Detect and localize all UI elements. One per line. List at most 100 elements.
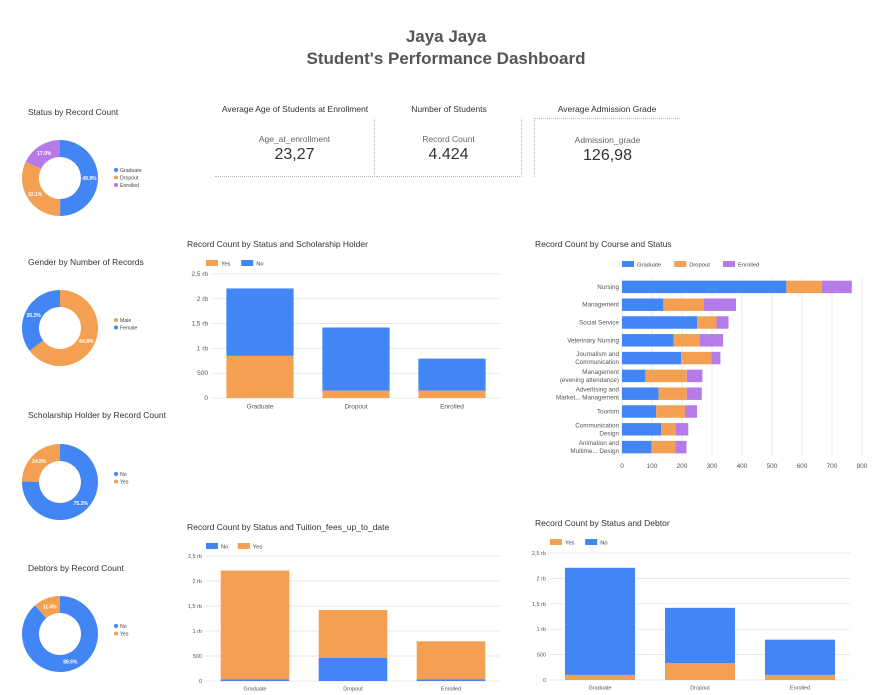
x-tick-label: Dropout [690, 686, 710, 692]
y-tick-label: 1 rb [193, 629, 202, 635]
slice-value-label: 75.2% [74, 501, 89, 507]
y-category-label: Animation and Multime... Design [570, 440, 619, 455]
bar-segment [700, 334, 724, 347]
category-label-line: Design [599, 430, 619, 437]
legend-swatch [237, 543, 250, 549]
donut-slice [21, 290, 60, 351]
bar-chart-status-tuition: No Yes 0 500 1 rb 1,5 rb 2 rb 2,5 rb Graduate Dro… [188, 543, 500, 693]
legend-swatch [674, 261, 687, 267]
slice-value-label: 49.9% [82, 176, 97, 182]
y-category-label: Management [582, 302, 619, 309]
y-tick-label: 500 [193, 654, 202, 660]
category-label-line: Animation and [579, 440, 620, 447]
bar-segment [665, 607, 735, 664]
slice-value-label: 64.8% [79, 339, 94, 345]
x-tick-label: Graduate [246, 404, 273, 411]
kpi-value: 4.424 [428, 146, 469, 163]
bar-segment [686, 369, 703, 383]
y-category-label: Journalism and Communication [575, 351, 619, 366]
kpi-box: Age_at_enrollment 23,27 [215, 118, 375, 177]
chart-title-gender: Gender by Number of Records [28, 257, 144, 267]
chart-title-status-scholarship: Record Count by Status and Scholarship H… [187, 239, 368, 249]
kpi-card-age: Average Age of Students at Enrollment Ag… [215, 104, 375, 177]
bar-segment [318, 658, 388, 681]
bar-segment [418, 358, 486, 391]
legend-label: Graduate [120, 168, 142, 174]
bar-segment [622, 316, 697, 329]
donut-chart-scholarship: 75.2% 24.8% No Yes [22, 444, 129, 520]
legend-label: Male [120, 318, 131, 324]
donut-chart-debtors: 88.6% 11.4% No Yes [21, 596, 129, 672]
title-line-2: Student's Performance Dashboard [306, 49, 586, 68]
x-tick-label: Enrolled [440, 404, 464, 411]
legend-label: Yes [221, 262, 231, 268]
kpi-value: 23,27 [274, 146, 315, 163]
legend-label: Enrolled [120, 183, 139, 189]
bar-segment [697, 316, 717, 329]
bar-segment [675, 440, 687, 454]
legend-label: No [120, 472, 127, 478]
category-label-line: Nursing [597, 284, 619, 291]
bar-segment [703, 298, 736, 311]
legend-swatch [114, 479, 118, 484]
bar-segment [622, 387, 659, 400]
kpi-metric: Admission_grade [574, 135, 641, 145]
bar-segment [565, 567, 635, 675]
y-category-label: Tourism [597, 409, 619, 416]
legend-swatch [206, 260, 218, 266]
x-tick-label: 200 [677, 463, 688, 470]
legend-swatch [114, 175, 118, 180]
y-tick-label: 1 rb [537, 627, 546, 633]
legend-label: Graduate [637, 263, 661, 269]
legend-label: No [221, 545, 228, 551]
bar-segment [622, 280, 787, 294]
y-tick-label: 1,5 rb [532, 602, 546, 608]
x-tick-label: 0 [620, 463, 624, 470]
bar-segment [786, 280, 822, 294]
category-label-line: Social Service [579, 320, 619, 327]
legend-label: Female [120, 326, 137, 332]
bar-segment [661, 423, 676, 436]
y-tick-label: 1,5 rb [188, 604, 202, 610]
legend-swatch [114, 318, 118, 322]
legend-swatch [114, 624, 118, 628]
chart-title-scholarship: Scholarship Holder by Record Count [28, 410, 166, 420]
legend-swatch [114, 631, 118, 636]
bar-segment [416, 679, 486, 681]
legend-swatch [206, 543, 218, 549]
bar-segment [686, 387, 702, 400]
x-tick-label: Dropout [344, 404, 367, 411]
y-category-label: Communication Design [575, 422, 619, 437]
bar-segment [565, 674, 635, 680]
y-tick-label: 1,5 rb [191, 321, 208, 328]
kpi-title: Number of Students [411, 104, 487, 114]
slice-value-label: 88.6% [63, 660, 78, 666]
bar-segment [622, 369, 646, 383]
bar-chart-status-scholarship: Yes No 0 500 1 rb 1,5 rb 2 rb 2,5 rb Graduate Dro… [191, 260, 500, 411]
kpi-value: 126,98 [583, 147, 632, 164]
bar-segment [685, 405, 697, 418]
y-tick-label: 2 rb [193, 579, 202, 585]
y-tick-label: 0 [543, 678, 546, 684]
legend-swatch [114, 168, 118, 172]
bar-segment [622, 405, 657, 418]
category-label-line: Management [582, 302, 619, 309]
y-category-label: Nursing [597, 284, 619, 291]
category-label-line: Communication [575, 359, 619, 366]
chart-title-status-tuition: Record Count by Status and Tuition_fees_… [187, 522, 390, 532]
y-tick-label: 2 rb [197, 296, 209, 303]
slice-value-label: 35.2% [27, 313, 42, 319]
legend-swatch [114, 472, 118, 476]
category-label-line: Journalism and [576, 351, 619, 358]
bar-segment [681, 351, 712, 365]
kpi-metric: Record Count [422, 134, 475, 144]
category-label-line: Veterinary Nursing [567, 337, 619, 344]
dashboard-title: Jaya Jaya Student's Performance Dashboar… [0, 26, 892, 70]
kpi-title: Average Age of Students at Enrollment [221, 104, 369, 114]
chart-title-status-debtor: Record Count by Status and Debtor [535, 518, 670, 528]
category-label-line: Advertising and [576, 387, 620, 394]
slice-value-label: 11.4% [43, 604, 57, 610]
bar-segment [765, 674, 835, 680]
donut-chart-status: 49.9% 32.1% 17.9% Graduate DropoutEnrolled [22, 140, 142, 216]
bar-segment [220, 570, 290, 680]
